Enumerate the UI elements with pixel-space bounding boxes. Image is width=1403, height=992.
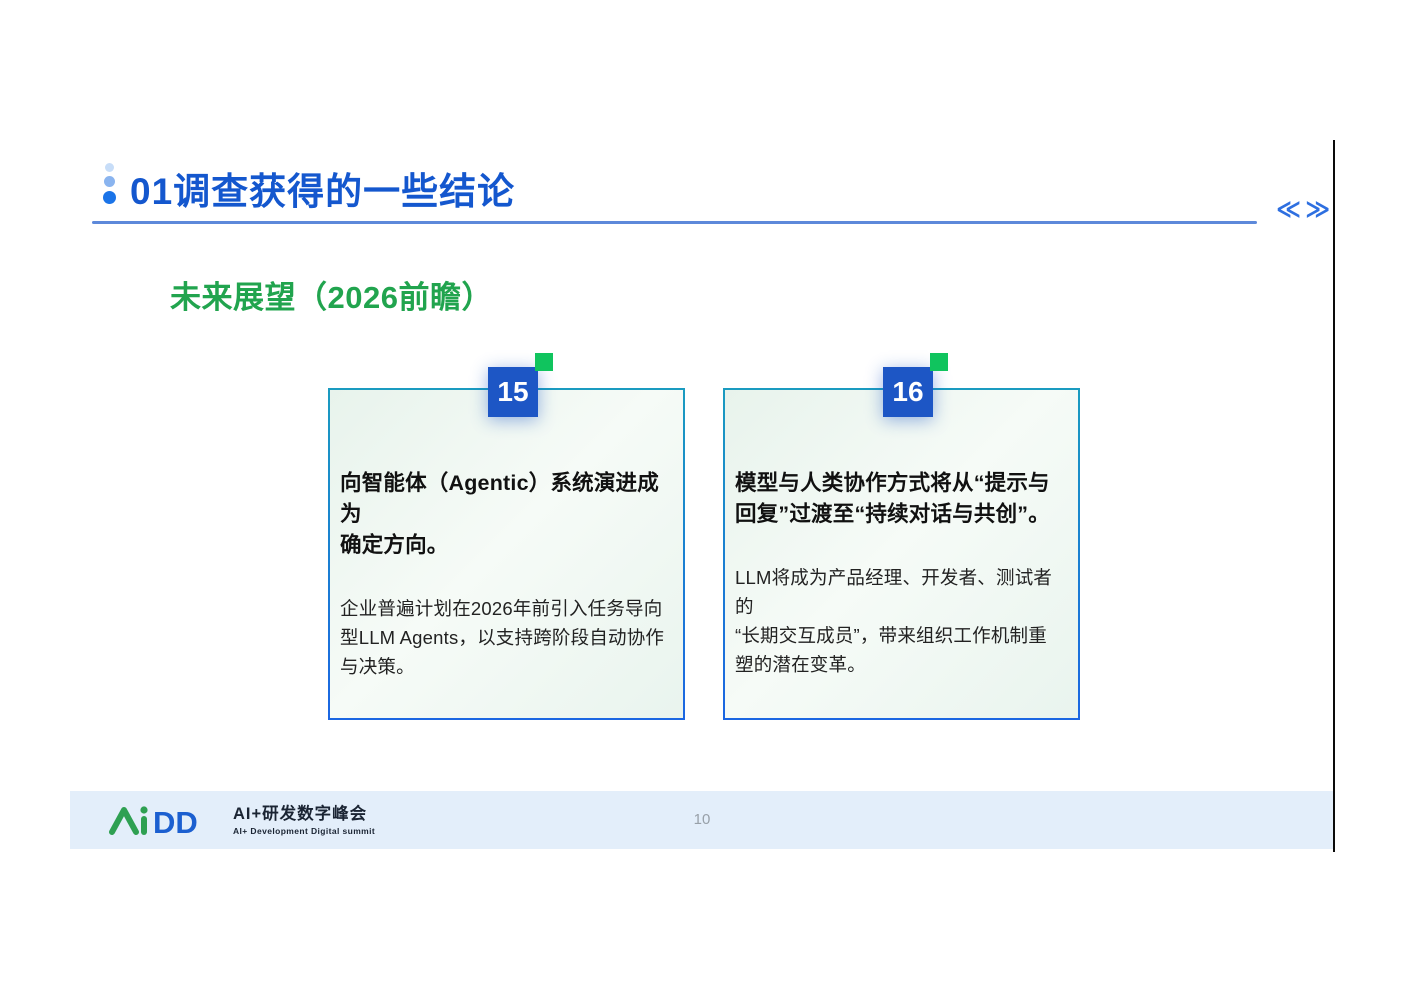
dot-icon [103,191,116,204]
card-title: 模型与人类协作方式将从“提示与 回复”过渡至“持续对话与共创”。 [735,468,1068,530]
next-slide-icon[interactable]: ≫ [1305,198,1330,222]
section-heading: 未来展望（2026前瞻） [170,272,493,317]
card-number-badge: 15 [488,367,538,417]
slide-page: 01调查获得的一些结论 ≪ ≫ 未来展望（2026前瞻） 15 向智能体（Age… [0,0,1403,992]
card-body-text: LLM将成为产品经理、开发者、测试者的 “长期交互成员”，带来组织工作机制重 塑… [735,563,1068,679]
insight-card: 16 模型与人类协作方式将从“提示与 回复”过渡至“持续对话与共创”。 LLM将… [723,388,1080,720]
page-title: 01调查获得的一些结论 [130,161,515,215]
page-number: 10 [70,811,1334,828]
dot-icon [105,163,114,172]
card-number-badge: 16 [883,367,933,417]
dot-icon [104,176,115,187]
card-title: 向智能体（Agentic）系统演进成为 确定方向。 [340,468,673,561]
card-body-text: 企业普遍计划在2026年前引入任务导向 型LLM Agents，以支持跨阶段自动… [340,594,673,681]
title-underline [92,221,1257,224]
green-square-accent-icon [535,353,553,371]
title-bullet-dots-icon [101,163,117,204]
slide-navigation: ≪ ≫ [1276,198,1330,222]
green-square-accent-icon [930,353,948,371]
insight-card: 15 向智能体（Agentic）系统演进成为 确定方向。 企业普遍计划在2026… [328,388,685,720]
footer-bar: DD AI+研发数字峰会 AI+ Development Digital sum… [70,791,1334,849]
right-edge-divider [1333,140,1335,852]
previous-slide-icon[interactable]: ≪ [1276,198,1301,222]
